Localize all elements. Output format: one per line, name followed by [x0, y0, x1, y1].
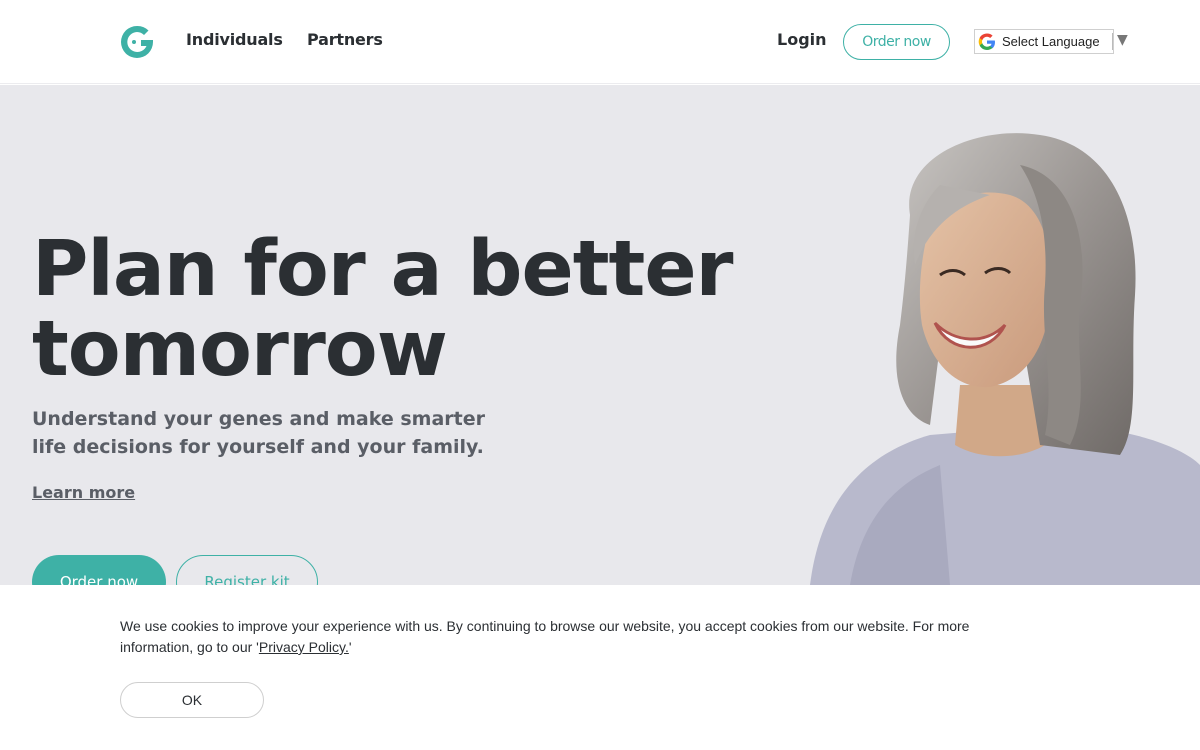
language-divider [1112, 33, 1113, 50]
hero-title-line1: Plan for a better [32, 225, 734, 314]
google-g-icon [978, 33, 995, 50]
genetic-g-logo-icon[interactable] [119, 24, 155, 60]
nav-partners[interactable]: Partners [307, 30, 383, 49]
cookie-banner: We use cookies to improve your experienc… [0, 585, 1200, 750]
privacy-policy-link[interactable]: Privacy Policy. [259, 639, 349, 655]
language-label: Select Language [1002, 34, 1100, 49]
site-header: Individuals Partners Login Order now Sel… [0, 0, 1200, 84]
language-selector[interactable]: Select Language [974, 29, 1114, 54]
cookie-text-before: We use cookies to improve your experienc… [120, 618, 970, 655]
order-now-header-button[interactable]: Order now [843, 24, 950, 60]
login-link[interactable]: Login [777, 30, 827, 49]
cookie-text-after: ' [348, 639, 352, 655]
nav-individuals[interactable]: Individuals [186, 30, 283, 49]
register-kit-button[interactable]: Register kit [176, 555, 318, 585]
hero-subtitle: Understand your genes and make smarter l… [32, 408, 485, 458]
chevron-down-icon[interactable]: ▼ [1117, 32, 1128, 48]
hero-title: Plan for a better tomorrow [32, 230, 734, 390]
hero-title-line2: tomorrow [32, 305, 448, 394]
cookie-ok-button[interactable]: OK [120, 682, 264, 718]
hero-section: Plan for a better tomorrow Understand yo… [0, 85, 1200, 585]
learn-more-link[interactable]: Learn more [32, 483, 135, 502]
cookie-message: We use cookies to improve your experienc… [120, 616, 1020, 658]
order-now-button[interactable]: Order now [32, 555, 166, 585]
hero-portrait-image [810, 133, 1200, 585]
